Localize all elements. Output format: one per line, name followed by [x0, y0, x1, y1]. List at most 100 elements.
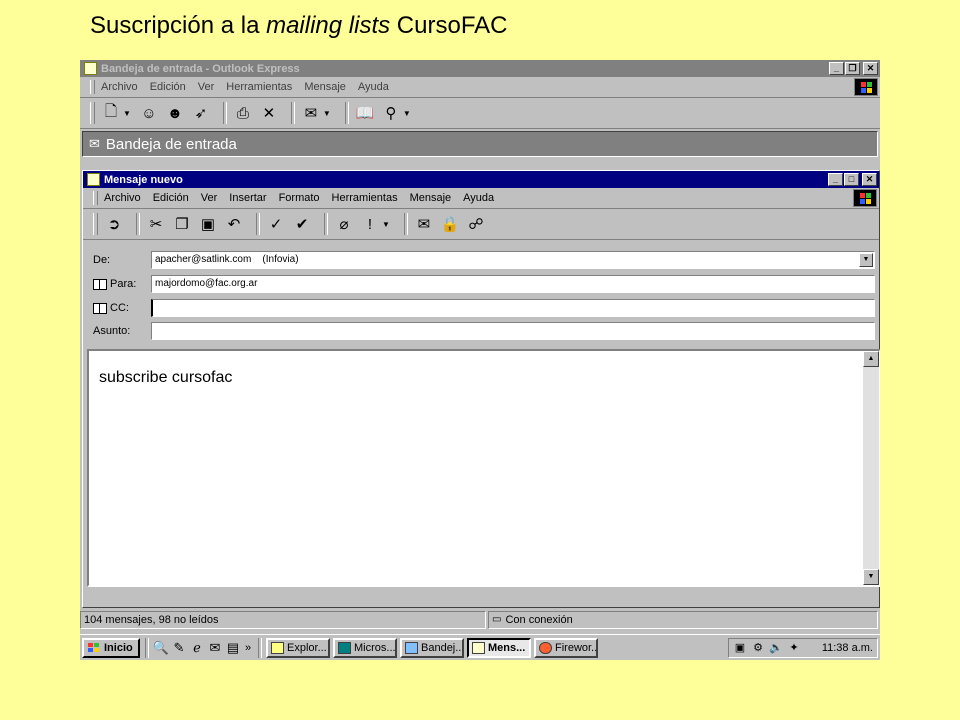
from-label: De: — [93, 254, 151, 266]
task-explorer[interactable]: Explor... — [266, 637, 330, 658]
task-bandeja-label: Bandej... — [421, 641, 464, 654]
message-body[interactable]: subscribe cursofac ▲ ▼ — [87, 349, 880, 587]
check-names-icon[interactable]: ✓ — [266, 215, 286, 233]
address-book-icon[interactable] — [93, 278, 107, 290]
new-message-dropdown-icon[interactable]: ▼ — [123, 109, 131, 118]
to-input[interactable]: majordomo@fac.org.ar — [151, 275, 875, 293]
tray-network-icon[interactable]: ▣ — [733, 642, 747, 654]
from-select[interactable]: apacher@satlink.com (Infovia) ▼ — [151, 251, 875, 269]
ql-explorer-icon[interactable]: 🔍 — [152, 639, 170, 657]
tray-scheduler-icon[interactable]: ✦ — [787, 642, 801, 654]
cc-input[interactable] — [151, 299, 875, 317]
task-microsoft-label: Micros... — [354, 641, 396, 654]
status-message-count: 104 mensajes, 98 no leídos — [80, 611, 486, 629]
send-receive-icon[interactable]: ✉ — [301, 104, 321, 122]
outer-titlebar: Bandeja de entrada - Outlook Express _ ❐… — [80, 60, 880, 77]
outer-menu-ayuda[interactable]: Ayuda — [358, 81, 389, 93]
ql-ie-icon[interactable]: ℯ — [188, 639, 206, 657]
from-dropdown-icon[interactable]: ▼ — [859, 253, 873, 267]
task-microsoft-icon — [338, 641, 351, 654]
toolbar-grip — [90, 102, 95, 124]
to-label[interactable]: Para: — [93, 278, 151, 290]
task-fireworks-icon — [539, 641, 552, 654]
outer-menu-herramientas[interactable]: Herramientas — [226, 81, 292, 93]
compose-menu-ayuda[interactable]: Ayuda — [463, 192, 494, 204]
ql-edit-icon[interactable]: ✎ — [170, 639, 188, 657]
compose-menubar-grip — [93, 191, 98, 205]
reply-all-icon[interactable]: ☻ — [165, 104, 185, 122]
to-row: Para: majordomo@fac.org.ar — [93, 275, 875, 293]
task-microsoft[interactable]: Micros... — [333, 637, 397, 658]
find-icon[interactable]: ⚲ — [381, 104, 401, 122]
address-book-icon[interactable]: 📖 — [355, 104, 375, 122]
task-bandeja-icon — [405, 641, 418, 654]
outer-menu-archivo[interactable]: Archivo — [101, 81, 138, 93]
offline-icon[interactable]: ☍ — [466, 215, 486, 233]
scroll-up-icon[interactable]: ▲ — [863, 351, 879, 367]
paste-icon[interactable]: ▣ — [198, 215, 218, 233]
compose-minimize-button[interactable]: _ — [828, 173, 843, 186]
taskbar-separator — [145, 637, 149, 658]
outer-minimize-button[interactable]: _ — [829, 62, 844, 75]
ql-chevron-icon[interactable]: » — [242, 639, 254, 657]
undo-icon[interactable]: ↶ — [224, 215, 244, 233]
ql-outlook-icon[interactable]: ✉ — [206, 639, 224, 657]
new-message-icon[interactable]: 🗋 — [101, 103, 121, 122]
tray-clock[interactable]: 11:38 a.m. — [822, 642, 873, 654]
tray-tools-icon[interactable]: ⚙ — [751, 642, 765, 654]
compose-menu-herramientas[interactable]: Herramientas — [332, 192, 398, 204]
cut-icon[interactable]: ✂ — [146, 215, 166, 233]
to-label-text: Para: — [110, 278, 137, 290]
compose-app-icon — [87, 173, 100, 186]
compose-maximize-button[interactable]: □ — [844, 173, 859, 186]
compose-menu-archivo[interactable]: Archivo — [104, 192, 141, 204]
subject-label-text: Asunto: — [93, 325, 131, 337]
subject-input[interactable] — [151, 322, 875, 340]
spelling-icon[interactable]: ✔ — [292, 215, 312, 233]
outer-menu-ver[interactable]: Ver — [198, 81, 215, 93]
taskbar-separator — [258, 637, 262, 658]
send-receive-dropdown-icon[interactable]: ▼ — [323, 109, 331, 118]
body-scrollbar[interactable]: ▲ ▼ — [863, 351, 879, 585]
cc-label[interactable]: CC: — [93, 302, 151, 314]
priority-dropdown-icon[interactable]: ▼ — [382, 220, 390, 229]
task-mensaje[interactable]: Mens... — [467, 637, 531, 658]
outer-menu-mensaje[interactable]: Mensaje — [304, 81, 346, 93]
print-icon[interactable]: ⎙ — [233, 104, 253, 122]
compose-toolbar-grip — [93, 213, 98, 235]
task-fireworks[interactable]: Firewor... — [534, 637, 598, 658]
folder-title: Bandeja de entrada — [105, 135, 237, 153]
outer-close-button[interactable]: ✕ — [863, 62, 878, 75]
tray-volume-icon[interactable]: 🔈 — [769, 642, 783, 654]
compose-menu-formato[interactable]: Formato — [279, 192, 320, 204]
task-explorer-label: Explor... — [287, 641, 327, 654]
task-bandeja[interactable]: Bandej... — [400, 637, 464, 658]
compose-menu-insertar[interactable]: Insertar — [229, 192, 266, 204]
outer-menu-edicion[interactable]: Edición — [150, 81, 186, 93]
windows-logo-icon — [854, 78, 878, 96]
address-book-icon[interactable] — [93, 302, 107, 314]
compose-titlebar: Mensaje nuevo _ □ ✕ — [83, 171, 879, 188]
find-dropdown-icon[interactable]: ▼ — [403, 109, 411, 118]
subject-row: Asunto: — [93, 322, 875, 340]
compose-close-button[interactable]: ✕ — [862, 173, 877, 186]
task-mensaje-label: Mens... — [488, 641, 526, 654]
delete-icon[interactable]: ✕ — [259, 104, 279, 122]
copy-icon[interactable]: ❐ — [172, 215, 192, 233]
compose-menu-edicion[interactable]: Edición — [153, 192, 189, 204]
compose-menu-ver[interactable]: Ver — [201, 192, 218, 204]
forward-icon[interactable]: ➶ — [191, 104, 211, 122]
task-explorer-icon — [271, 641, 284, 654]
sign-icon[interactable]: ✉ — [414, 215, 434, 233]
outer-window-controls: _ ❐ ✕ — [828, 62, 878, 75]
send-icon[interactable]: ➲ — [104, 215, 124, 233]
compose-menu-mensaje[interactable]: Mensaje — [410, 192, 452, 204]
priority-icon[interactable]: ! — [360, 215, 380, 233]
attach-icon[interactable]: ⌀ — [334, 215, 354, 233]
outer-restore-button[interactable]: ❐ — [845, 62, 860, 75]
reply-icon[interactable]: ☺ — [139, 104, 159, 122]
scroll-down-icon[interactable]: ▼ — [863, 569, 879, 585]
ql-desktop-icon[interactable]: ▤ — [224, 639, 242, 657]
start-button[interactable]: Inicio — [82, 637, 140, 658]
encrypt-icon[interactable]: 🔒 — [440, 215, 460, 233]
